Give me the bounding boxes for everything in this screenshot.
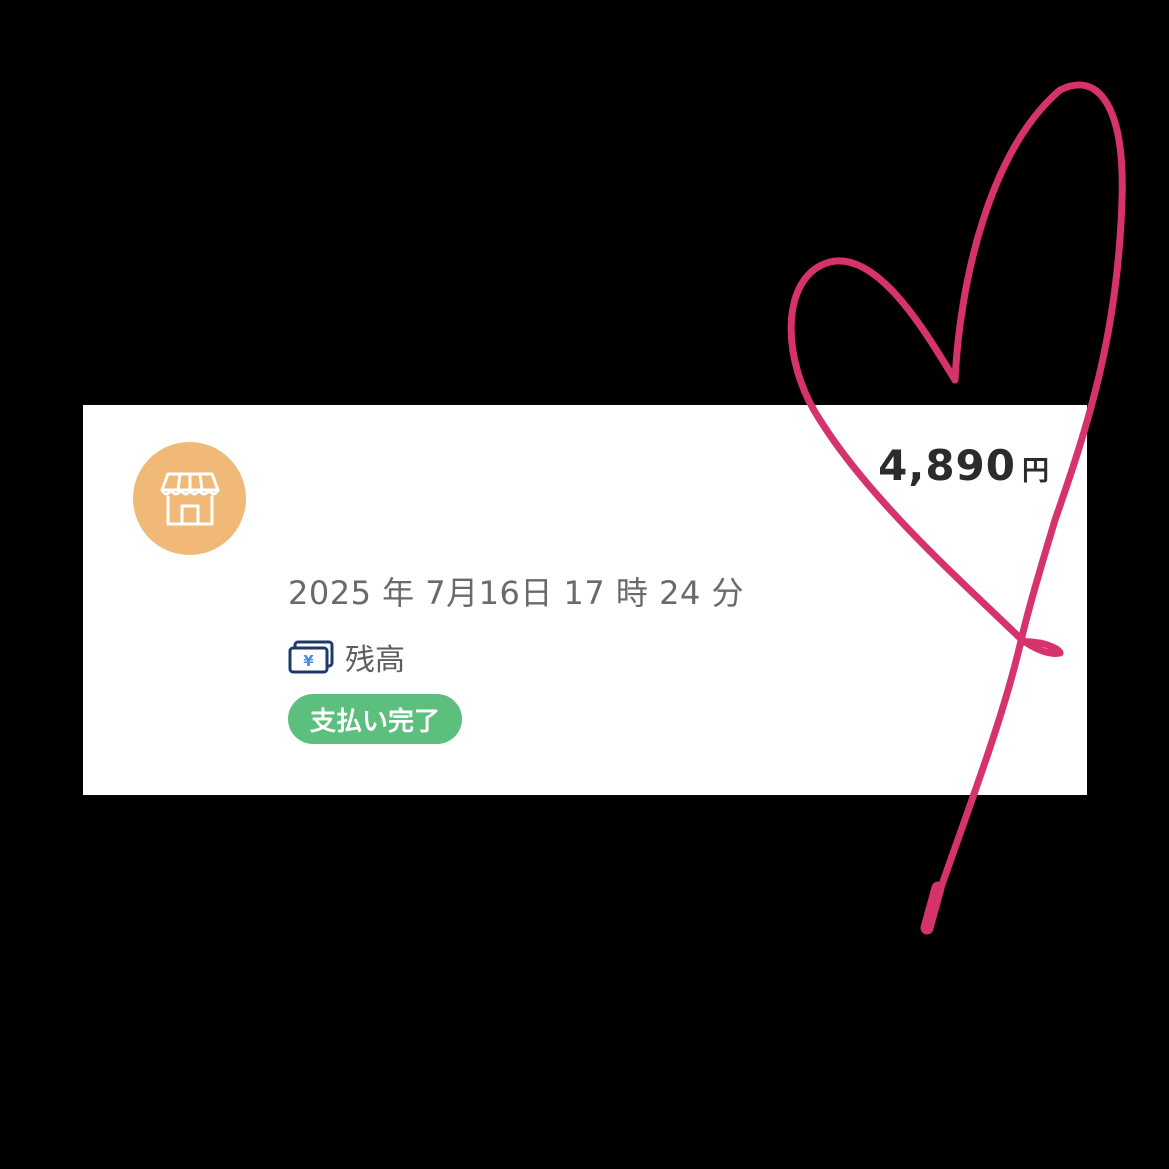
amount-currency-unit: 円 (1022, 456, 1049, 487)
transaction-datetime: 2025 年 7月16日 17 時 24 分 (288, 574, 744, 612)
transaction-card[interactable]: 4,890 円 2025 年 7月16日 17 時 24 分 ¥ 残高 支払い完… (83, 405, 1087, 795)
status-badge: 支払い完了 (288, 694, 463, 744)
merchant-avatar (133, 442, 246, 555)
payment-method-label: 残高 (345, 643, 405, 678)
store-icon (158, 470, 222, 528)
transaction-amount: 4,890 円 (878, 441, 1049, 490)
svg-text:¥: ¥ (303, 652, 314, 670)
yen-banknote-icon: ¥ (288, 640, 335, 674)
payment-method: ¥ 残高 (288, 635, 405, 679)
amount-value: 4,890 (878, 441, 1016, 490)
